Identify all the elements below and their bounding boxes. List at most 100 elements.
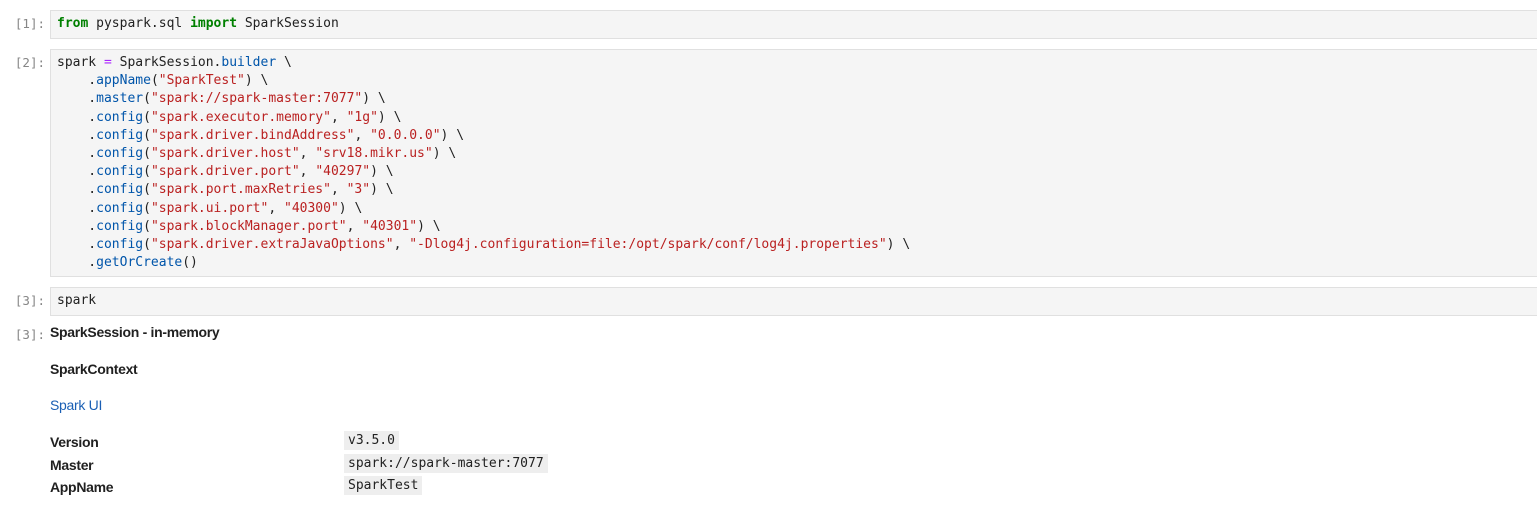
code-token: ( [143, 109, 151, 125]
code-string: "3" [346, 182, 371, 198]
code-editor[interactable]: spark = SparkSession.builder \ .appName(… [50, 49, 1537, 277]
cell-prompt: [1]: [14, 16, 45, 31]
code-text: spark [51, 288, 1537, 314]
code-token: ( [143, 237, 151, 253]
code-token: ) \ [362, 91, 386, 107]
info-key: AppName [50, 479, 114, 495]
code-token: . [57, 127, 97, 143]
code-token: , [268, 200, 284, 216]
code-string: "1g" [346, 109, 378, 125]
code-token: , [393, 237, 410, 253]
code-attribute: appName [96, 73, 151, 89]
info-value: SparkTest [344, 476, 423, 495]
code-token: , [299, 164, 316, 180]
code-attribute: config [96, 146, 144, 162]
code-token: ) \ [370, 164, 394, 180]
code-token: , [354, 127, 371, 143]
code-token: SparkSession [237, 16, 339, 31]
code-attribute: config [96, 237, 144, 253]
code-token: . [57, 200, 97, 216]
code-token: ) \ [417, 218, 441, 234]
info-key: Master [50, 457, 94, 473]
code-token: . [57, 73, 97, 89]
code-token: ) \ [338, 200, 363, 216]
code-token: . [57, 164, 97, 180]
code-token: . [57, 109, 97, 125]
code-token: ( [150, 73, 159, 89]
code-token: ) \ [244, 73, 269, 89]
output-title: SparkSession - in-memory [50, 324, 220, 340]
code-token: ( [143, 146, 151, 162]
code-token: \ [276, 55, 292, 70]
code-token: ( [143, 164, 151, 180]
code-string: "spark.port.maxRetries" [150, 182, 331, 198]
code-token: ( [143, 200, 151, 216]
spark-ui-link[interactable]: Spark UI [50, 397, 102, 413]
code-string: "spark.driver.extraJavaOptions" [150, 237, 394, 253]
code-cell-2: [2]: spark = SparkSession.builder \ .app… [0, 49, 1537, 277]
code-editor[interactable]: from pyspark.sql import SparkSession [50, 10, 1537, 39]
code-string: "40301" [362, 218, 418, 234]
code-token: () [182, 255, 198, 271]
code-token: . [57, 182, 97, 198]
code-string: "spark.executor.memory" [150, 109, 331, 125]
code-token: . [57, 237, 97, 253]
info-key: Version [50, 434, 99, 450]
code-string: "0.0.0.0" [370, 127, 441, 143]
cell-prompt: [3]: [14, 293, 45, 308]
code-token: . [57, 91, 97, 107]
output-prompt: [3]: [14, 327, 45, 342]
code-token: . [57, 218, 97, 234]
code-token: . [57, 255, 97, 271]
code-attribute: getOrCreate [96, 255, 183, 271]
code-attribute: config [96, 127, 144, 143]
info-row-master: Master spark://spark-master:7077 [50, 454, 750, 476]
info-row-version: Version v3.5.0 [50, 431, 750, 453]
code-string: "-Dlog4j.configuration=file:/opt/spark/c… [409, 237, 887, 253]
code-token: ( [143, 91, 151, 107]
code-cell-3: [3]: spark [0, 287, 1537, 316]
code-token: pyspark.sql [88, 16, 191, 31]
code-token: , [299, 146, 316, 162]
code-string: "spark.driver.port" [150, 164, 300, 180]
code-token: ) \ [886, 237, 911, 253]
code-operator: = [103, 55, 112, 70]
code-token: ) \ [377, 109, 402, 125]
code-attribute: master [96, 91, 144, 107]
info-value: spark://spark-master:7077 [344, 454, 548, 473]
code-string: "spark.blockManager.port" [150, 218, 347, 234]
code-attribute: config [96, 182, 144, 198]
code-editor[interactable]: spark [50, 287, 1537, 316]
code-text: from pyspark.sql import SparkSession [51, 11, 1537, 37]
code-token: ) \ [432, 146, 457, 162]
code-token: , [330, 109, 347, 125]
code-cell-1: [1]: from pyspark.sql import SparkSessio… [0, 10, 1537, 39]
cell-prompt: [2]: [14, 55, 45, 70]
code-attribute: config [96, 218, 144, 234]
code-token: , [346, 218, 363, 234]
code-token: ( [143, 218, 151, 234]
code-string: "spark.driver.host" [150, 146, 300, 162]
code-string: "spark.ui.port" [150, 200, 269, 216]
code-token: ) \ [370, 182, 394, 198]
code-text: spark = SparkSession.builder \ .appName(… [51, 50, 1537, 276]
code-token: , [330, 182, 347, 198]
code-string: "spark://spark-master:7077" [150, 91, 363, 107]
code-string: "spark.driver.bindAddress" [150, 127, 355, 143]
notebook: [1]: from pyspark.sql import SparkSessio… [0, 0, 1537, 505]
code-attribute: config [96, 109, 144, 125]
code-token: ( [143, 182, 151, 198]
code-string: "40300" [284, 200, 339, 216]
code-attribute: builder [221, 55, 277, 70]
code-attribute: config [96, 200, 144, 216]
code-token: . [57, 146, 97, 162]
code-token: ) \ [440, 127, 465, 143]
code-string: "40297" [315, 164, 371, 180]
info-value: v3.5.0 [344, 431, 399, 450]
code-string: "srv18.mikr.us" [315, 146, 433, 162]
code-token: ( [143, 127, 151, 143]
code-keyword: import [190, 16, 238, 31]
code-keyword: from [57, 16, 89, 31]
code-token: spark [57, 293, 97, 308]
info-row-appname: AppName SparkTest [50, 476, 750, 498]
